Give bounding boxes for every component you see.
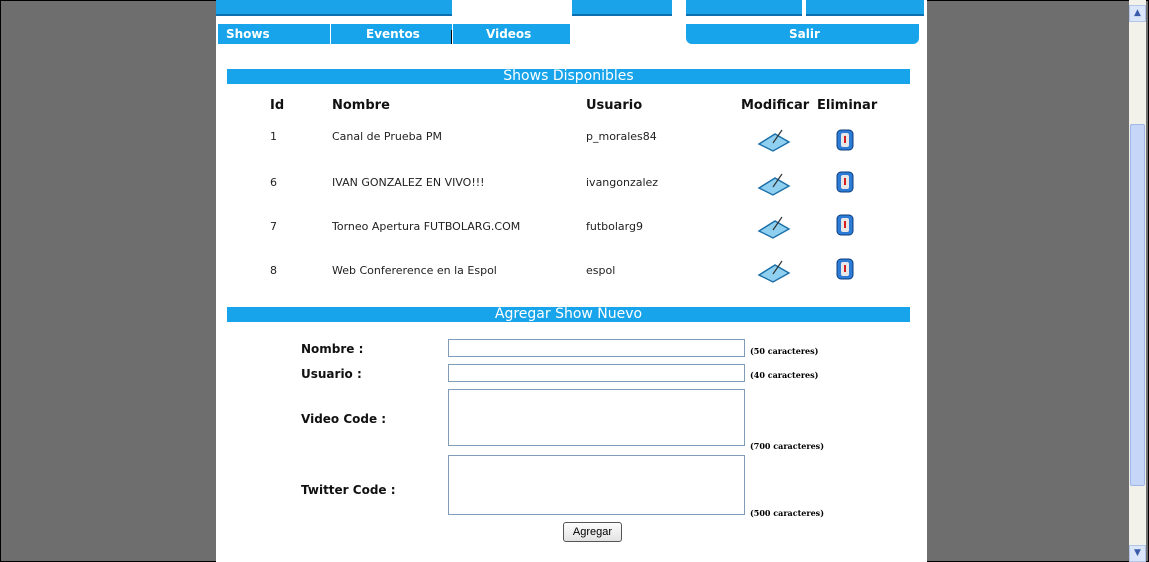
usuario-hint: (40 caracteres) (750, 370, 819, 380)
video-code-hint: (700 caracteres) (750, 441, 824, 451)
scroll-down-button[interactable]: ▼ (1129, 545, 1146, 562)
row-nombre: Canal de Prueba PM (332, 130, 442, 143)
col-header-usuario: Usuario (586, 98, 643, 113)
row-id: 6 (270, 176, 277, 189)
col-header-modificar: Modificar (741, 98, 810, 113)
row-nombre: Web Confererence en la Espol (332, 264, 497, 277)
video-code-field[interactable] (448, 389, 745, 446)
row-id: 7 (270, 220, 277, 233)
row-id: 1 (270, 130, 277, 143)
row-id: 8 (270, 264, 277, 277)
row-usuario: ivangonzalez (586, 176, 659, 189)
edit-pencil-icon[interactable] (757, 128, 791, 152)
row-usuario: espol (586, 264, 616, 277)
row-nombre: IVAN GONZALEZ EN VIVO!!! (332, 176, 485, 189)
row-usuario: p_morales84 (586, 130, 657, 143)
tab-videos-label: Videos (486, 27, 532, 41)
row-nombre: Torneo Apertura FUTBOLARG.COM (332, 220, 521, 233)
scroll-thumb[interactable] (1130, 124, 1145, 486)
usuario-label: Usuario : (301, 367, 362, 381)
row-usuario: futbolarg9 (586, 220, 643, 233)
tab-shows-label: Shows (226, 27, 270, 41)
scroll-up-button[interactable]: ▲ (1129, 5, 1146, 22)
tab-eventos[interactable]: Eventos (331, 24, 452, 44)
col-header-eliminar: Eliminar (817, 98, 878, 113)
add-show-section-header: Agregar Show Nuevo (227, 307, 910, 322)
usuario-field[interactable] (448, 364, 745, 382)
edit-pencil-icon[interactable] (757, 172, 791, 196)
trash-bin-icon[interactable] (836, 258, 854, 280)
trash-bin-icon[interactable] (836, 171, 854, 193)
col-header-id: Id (270, 98, 285, 113)
trash-bin-icon[interactable] (836, 129, 854, 151)
trash-bin-icon[interactable] (836, 214, 854, 236)
tab-eventos-label: Eventos (366, 27, 420, 41)
tab-salir[interactable]: Salir (686, 24, 919, 44)
vertical-scrollbar[interactable]: ▲ ▼ (1129, 0, 1146, 562)
twitter-code-field[interactable] (448, 455, 745, 515)
shows-section-header: Shows Disponibles (227, 69, 910, 84)
twitter-code-label: Twitter Code : (301, 483, 396, 497)
edit-pencil-icon[interactable] (757, 259, 791, 283)
nombre-label: Nombre : (301, 342, 364, 356)
tab-salir-label: Salir (789, 27, 820, 41)
nombre-field[interactable] (448, 339, 745, 357)
tab-shows[interactable]: Shows (218, 24, 333, 44)
edit-pencil-icon[interactable] (757, 215, 791, 239)
agregar-button[interactable]: Agregar (563, 522, 622, 542)
video-code-label: Video Code : (301, 412, 387, 426)
twitter-code-hint: (500 caracteres) (750, 508, 824, 518)
page-content: Shows Eventos Videos Salir Shows Disponi… (216, 0, 927, 562)
nombre-hint: (50 caracteres) (750, 346, 819, 356)
col-header-nombre: Nombre (332, 98, 390, 113)
nav-tab-bar: Shows Eventos Videos Salir (216, 24, 919, 44)
top-banner-strip (216, 0, 927, 18)
tab-videos[interactable]: Videos (453, 24, 570, 44)
